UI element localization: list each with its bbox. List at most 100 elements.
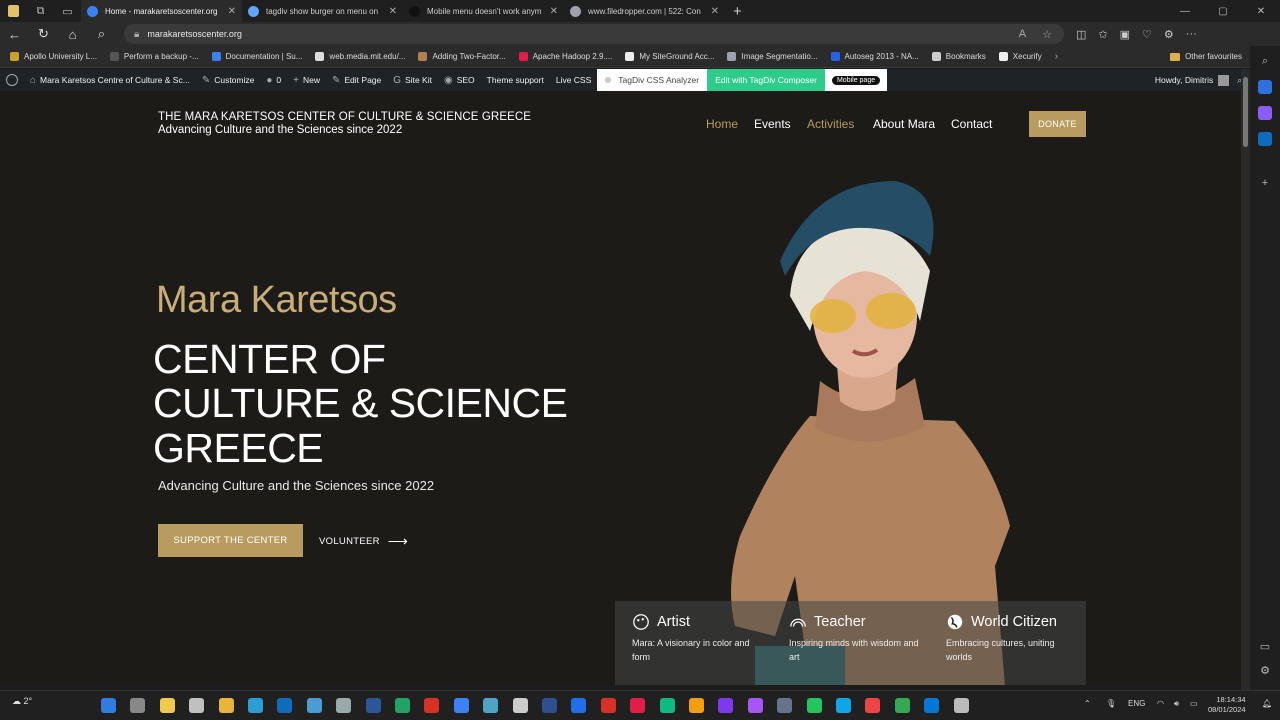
refresh-icon[interactable]: ↻ [29, 26, 58, 42]
close-window-button[interactable]: ✕ [1242, 6, 1280, 17]
wp-theme-support[interactable]: Theme support [481, 75, 550, 85]
taskbar-copilot-icon[interactable] [159, 698, 175, 713]
search-icon[interactable]: ⌕ [87, 26, 116, 42]
wp-new[interactable]: + New [287, 75, 326, 86]
wp-comments[interactable]: ● 0 [260, 75, 287, 86]
taskbar-search-icon[interactable] [130, 698, 146, 713]
nav-link-about-mara[interactable]: About Mara [873, 117, 935, 131]
volunteer-button[interactable]: VOLUNTEER ⟶ [319, 533, 408, 550]
bookmark-item[interactable]: Apollo University L... [10, 52, 97, 61]
sidebar-add-icon[interactable]: + [1258, 176, 1272, 190]
taskbar-photos-icon[interactable] [306, 698, 322, 713]
nav-link-contact[interactable]: Contact [951, 117, 992, 131]
sidebar-tools-icon[interactable] [1258, 106, 1272, 120]
tagdiv-css-analyzer[interactable]: TagDiv CSS Analyzer [597, 69, 708, 91]
lock-icon[interactable]: 🔒︎ [134, 29, 139, 40]
maximize-button[interactable]: ▢ [1204, 6, 1242, 17]
wifi-icon[interactable]: ◠ [1157, 699, 1164, 708]
language-indicator[interactable]: ENG [1128, 699, 1145, 708]
scrollbar-thumb[interactable] [1243, 77, 1248, 147]
browser-tab[interactable]: Home - marakaretsoscenter.org ✕ [81, 0, 242, 22]
wp-edit-page[interactable]: ✎ Edit Page [326, 75, 387, 86]
nav-link-activities[interactable]: Activities [807, 117, 854, 131]
wp-site-kit[interactable]: G Site Kit [387, 75, 438, 86]
taskbar-filezilla-icon[interactable] [424, 698, 440, 713]
other-favourites-folder[interactable]: Other favourites [1170, 52, 1250, 61]
bookmark-item[interactable]: Image Segmentatio... [727, 52, 818, 61]
wp-customize[interactable]: ✎ Customize [196, 75, 261, 86]
card-world-citizen[interactable]: World Citizen Embracing cultures, unitin… [929, 601, 1086, 685]
volume-icon[interactable]: 🔊︎ [1174, 699, 1179, 709]
sidebar-search-icon[interactable]: ⌕ [1258, 54, 1272, 68]
tray-chevron-icon[interactable]: ⌃ [1084, 699, 1091, 708]
bookmark-item[interactable]: web.media.mit.edu/... [315, 52, 405, 61]
browser-tab[interactable]: www.filedropper.com | 522: Con ✕ [564, 0, 725, 22]
bookmark-item[interactable]: Apache Hadoop 2.9.... [518, 52, 612, 61]
taskbar-opera-icon[interactable] [865, 698, 881, 713]
weather-widget[interactable]: ☁ 2° [12, 696, 32, 707]
wp-site-name[interactable]: ⌂ Mara Karetsos Centre of Culture & Sc... [24, 75, 196, 86]
browser-profile-icon[interactable] [0, 0, 27, 22]
wp-seo[interactable]: ◉ SEO [438, 75, 481, 86]
taskbar-pgadmin-icon[interactable] [483, 698, 499, 713]
support-the-center-button[interactable]: SUPPORT THE CENTER [158, 524, 303, 557]
url-input[interactable]: 🔒︎ marakaretsoscenter.org A ☆ [124, 24, 1064, 44]
taskbar-app-icon[interactable] [659, 698, 675, 713]
close-tab-icon[interactable]: ✕ [550, 6, 558, 17]
extensions-icon[interactable]: ⚙ [1164, 28, 1174, 41]
nav-link-events[interactable]: Events [754, 117, 791, 131]
battery-icon[interactable]: ▭ [1190, 699, 1198, 708]
microphone-icon[interactable]: 🎙︎ [1106, 699, 1116, 708]
taskbar-app-icon[interactable] [777, 698, 793, 713]
split-screen-icon[interactable]: ◫ [1076, 28, 1086, 41]
taskbar-chrome-icon[interactable] [894, 698, 910, 713]
clock[interactable]: 18:14:34 08/01/2024 [1208, 695, 1246, 715]
taskbar-file-explorer-icon[interactable] [218, 698, 234, 713]
bookmark-item[interactable]: My SiteGround Acc... [625, 52, 714, 61]
bookmark-item[interactable]: Perform a backup -... [109, 52, 199, 61]
back-icon[interactable]: ← [0, 27, 29, 42]
taskbar-app-icon[interactable] [689, 698, 704, 713]
taskbar-outlook-icon[interactable] [277, 698, 293, 713]
taskbar-app-icon[interactable] [747, 698, 763, 713]
browser-tab[interactable]: tagdiv show burger on menu on ✕ [242, 0, 403, 22]
taskbar-app-icon[interactable] [718, 698, 734, 713]
taskbar-excel-icon[interactable] [395, 698, 410, 713]
new-tab-button[interactable]: + [725, 3, 742, 20]
sidebar-outlook-icon[interactable] [1258, 132, 1272, 146]
bookmark-item[interactable]: Documentation | Su... [211, 52, 302, 61]
collections-icon[interactable]: ▣ [1120, 28, 1130, 41]
browser-tab[interactable]: Mobile menu doesn't work anym ✕ [403, 0, 564, 22]
card-teacher[interactable]: Teacher Inspiring minds with wisdom and … [772, 601, 929, 685]
taskbar-vscode-icon[interactable] [571, 698, 587, 713]
close-tab-icon[interactable]: ✕ [389, 6, 397, 17]
taskbar-app-icon[interactable] [630, 698, 646, 713]
brand-title[interactable]: THE MARA KARETSOS CENTER OF CULTURE & SC… [158, 111, 531, 123]
taskbar-app-icon[interactable] [836, 698, 851, 713]
nav-link-home[interactable]: Home [706, 117, 738, 131]
taskbar-photoshop-icon[interactable] [542, 698, 557, 713]
sidebar-layout-icon[interactable]: ▭ [1258, 640, 1272, 654]
taskbar-word-icon[interactable] [365, 698, 381, 713]
close-tab-icon[interactable]: ✕ [711, 6, 719, 17]
wp-live-css[interactable]: Live CSS [550, 75, 597, 85]
taskbar-task-view-icon[interactable] [189, 698, 205, 713]
close-tab-icon[interactable]: ✕ [228, 6, 236, 17]
taskbar-more-icon[interactable] [953, 698, 969, 713]
donate-button[interactable]: DONATE [1029, 111, 1086, 137]
minimize-button[interactable]: — [1166, 6, 1204, 17]
bookmark-item[interactable]: Adding Two-Factor... [418, 52, 506, 61]
wp-user-menu[interactable]: Howdy, Dimitris [1155, 74, 1237, 86]
notification-icon[interactable]: 🔔︎ [1262, 699, 1272, 708]
card-artist[interactable]: Artist Mara: A visionary in color and fo… [615, 601, 772, 685]
taskbar-acrobat-icon[interactable] [600, 698, 616, 713]
bookmark-item[interactable]: Autoseg 2013 - NA... [830, 52, 919, 61]
chevron-right-icon[interactable]: › [1055, 51, 1058, 62]
taskbar-remote-desktop-icon[interactable] [453, 698, 469, 713]
tab-actions-icon[interactable]: ▭ [54, 0, 81, 22]
taskbar-settings-icon[interactable] [336, 698, 352, 713]
taskbar-terminal-icon[interactable] [512, 698, 528, 713]
sidebar-shopping-icon[interactable] [1258, 80, 1272, 94]
favorite-star-icon[interactable]: ☆ [1042, 28, 1052, 41]
wp-logo-icon[interactable] [0, 74, 24, 86]
